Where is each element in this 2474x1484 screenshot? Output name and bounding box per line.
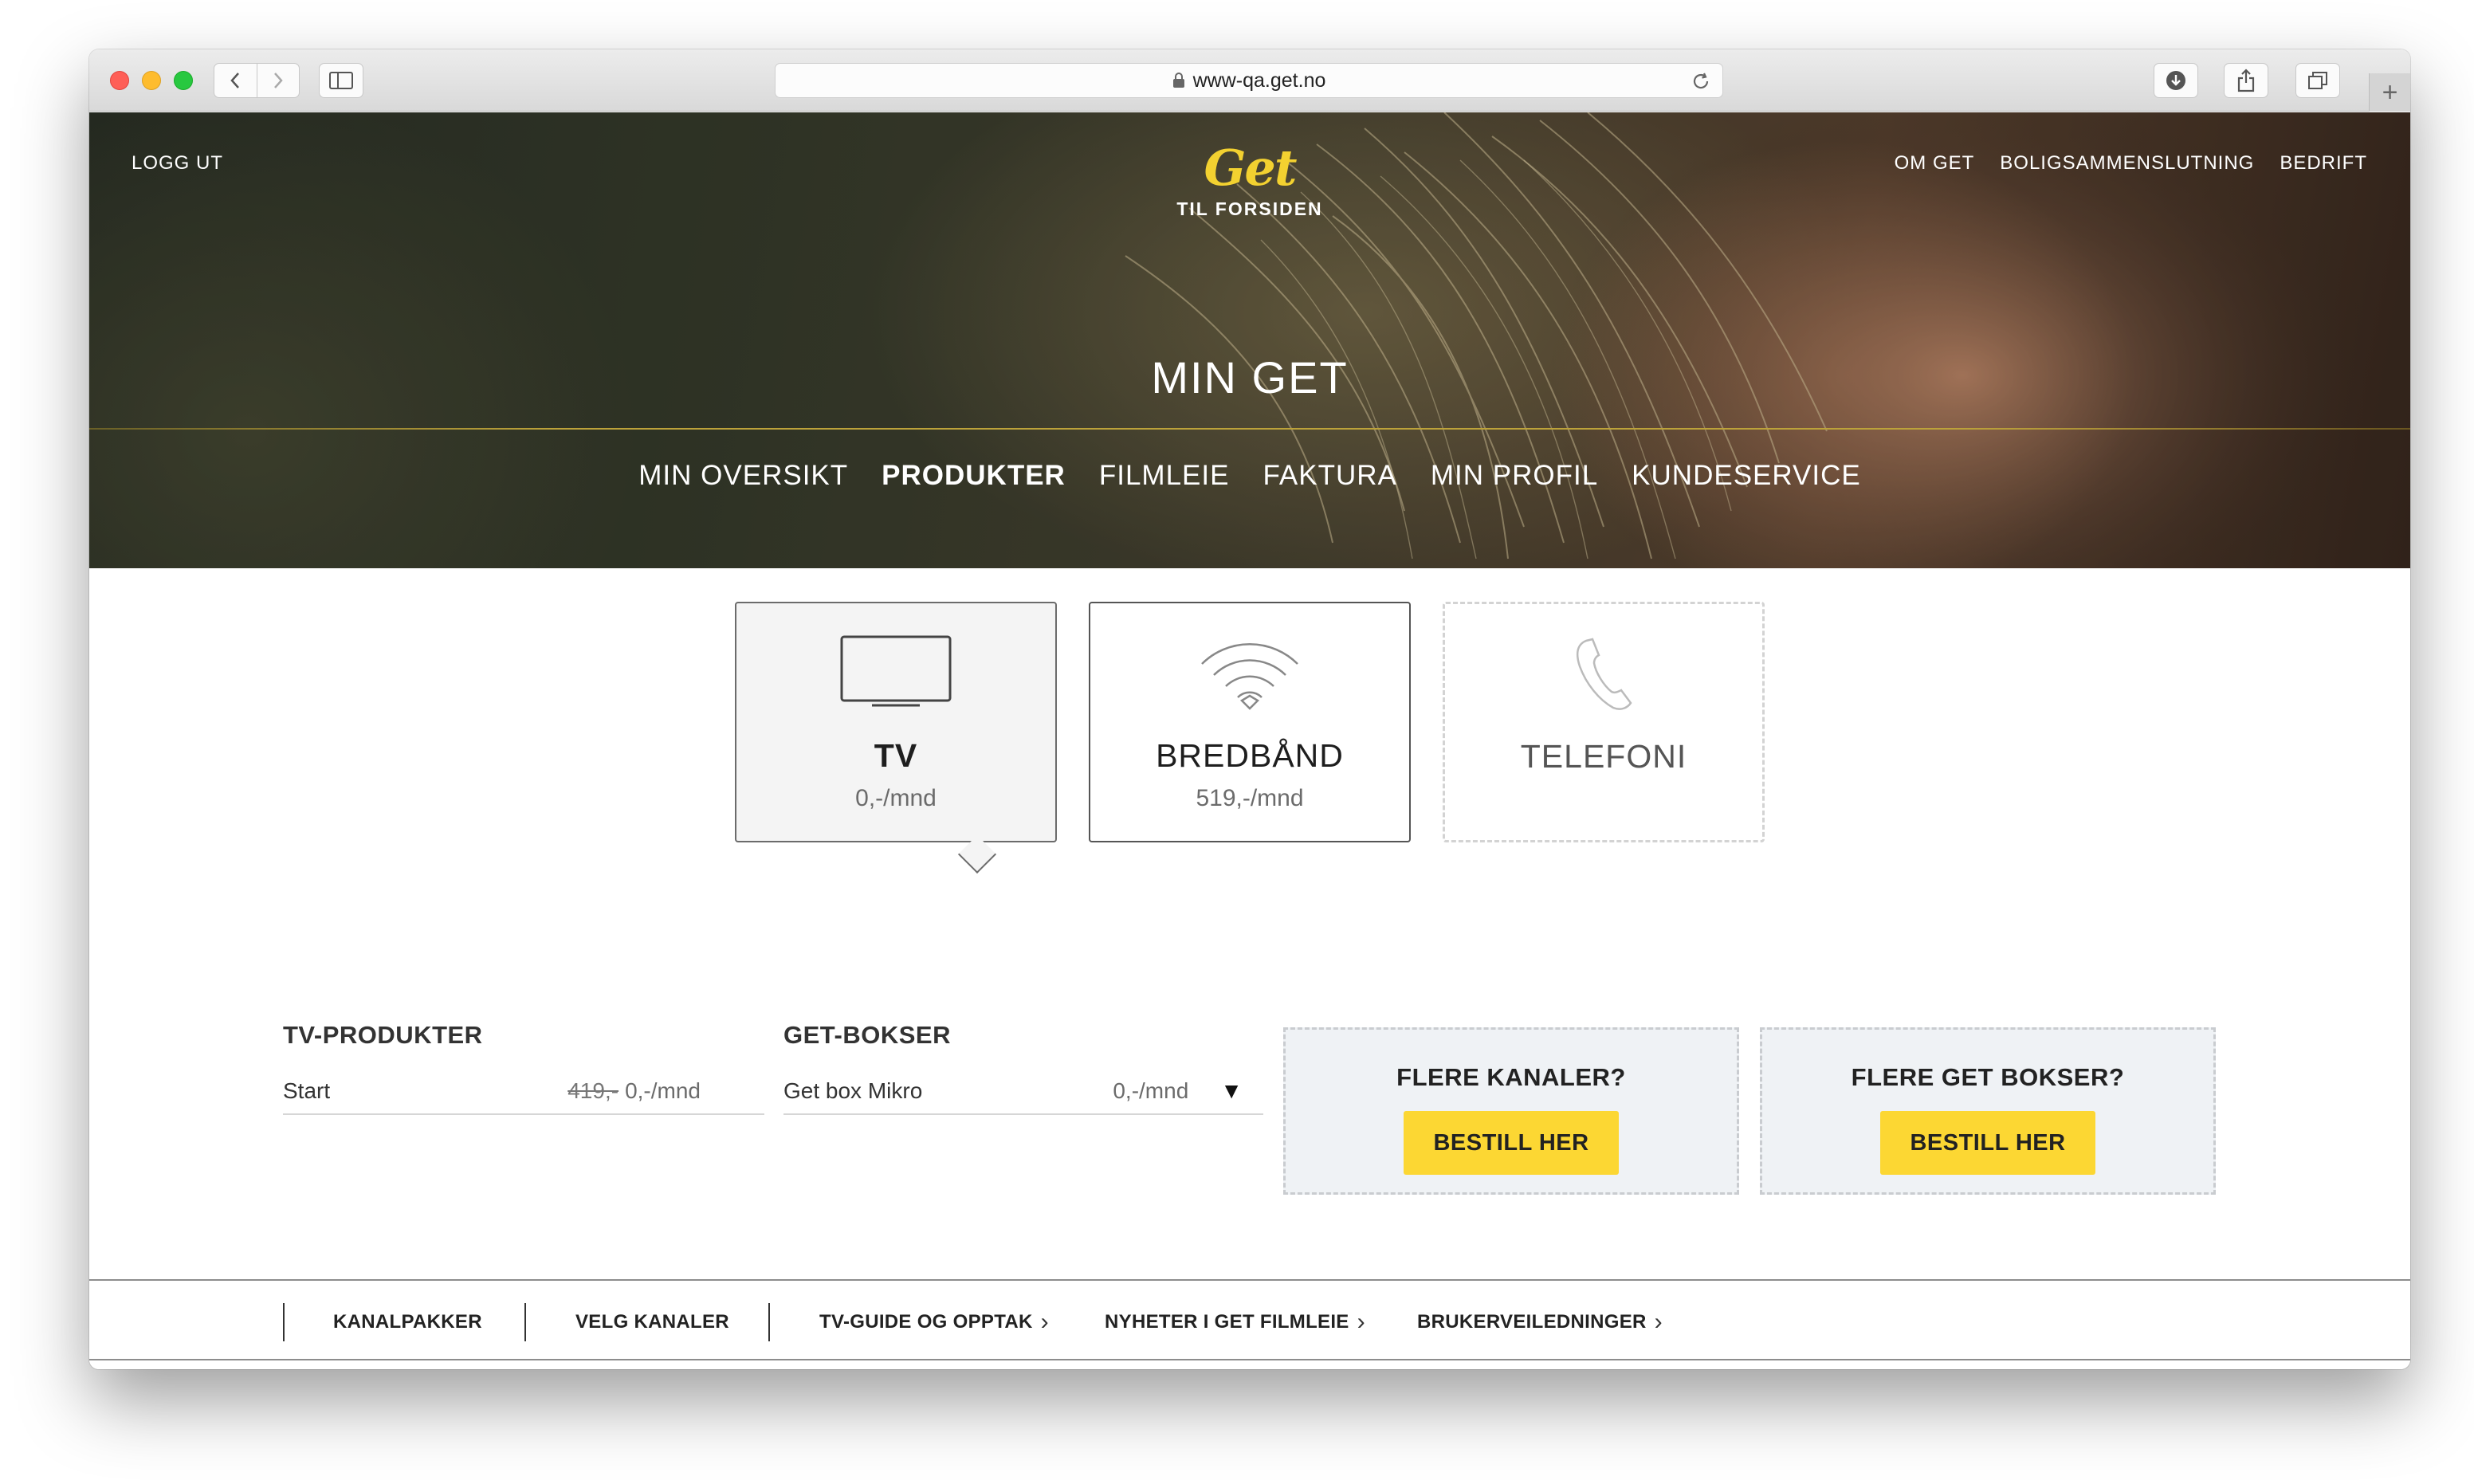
product-price: 0,-/mnd bbox=[855, 785, 937, 811]
browser-toolbar: www-qa.get.no + bbox=[89, 49, 2410, 112]
tv-product-old-price: 419,- bbox=[567, 1078, 619, 1103]
tv-product-row[interactable]: Start 419,- 0,-/mnd bbox=[283, 1069, 764, 1115]
lock-icon bbox=[1172, 73, 1184, 88]
page: LOGG UT OM GET BOLIGSAMMENSLUTNING BEDRI… bbox=[89, 112, 2410, 1369]
sidebar-toggle-button[interactable] bbox=[319, 63, 363, 98]
get-box-price: 0,-/mnd bbox=[1113, 1078, 1189, 1103]
share-icon bbox=[2237, 69, 2255, 92]
subnav-brukerveiledninger[interactable]: BRUKERVEILEDNINGER › bbox=[1417, 1303, 1663, 1341]
promo-title: FLERE KANALER? bbox=[1396, 1063, 1626, 1091]
product-label: TELEFONI bbox=[1520, 738, 1687, 775]
get-boxes-heading: GET-BOKSER bbox=[783, 1021, 951, 1049]
top-link-om-get[interactable]: OM GET bbox=[1895, 152, 1975, 175]
product-price: 519,-/mnd bbox=[1196, 785, 1304, 811]
order-channels-button[interactable]: BESTILL HER bbox=[1404, 1111, 1619, 1175]
chevron-left-icon bbox=[230, 73, 240, 88]
subnav-kanalpakker[interactable]: KANALPAKKER bbox=[333, 1303, 482, 1341]
product-card-bredband[interactable]: BREDBÅND 519,-/mnd bbox=[1089, 602, 1411, 842]
zoom-window-button[interactable] bbox=[174, 71, 193, 90]
back-button[interactable] bbox=[214, 64, 257, 97]
title-divider bbox=[89, 428, 2410, 430]
nav-kundeservice[interactable]: KUNDESERVICE bbox=[1632, 460, 1861, 492]
dropdown-caret-icon[interactable]: ▼ bbox=[1220, 1078, 1243, 1104]
new-tab-button[interactable]: + bbox=[2369, 73, 2410, 112]
forward-button[interactable] bbox=[256, 64, 299, 97]
downloads-button[interactable] bbox=[2154, 63, 2198, 98]
history-nav-group bbox=[214, 63, 300, 98]
reload-icon[interactable] bbox=[1691, 71, 1711, 92]
nav-filmleie[interactable]: FILMLEIE bbox=[1099, 460, 1230, 492]
tv-product-name: Start bbox=[283, 1078, 331, 1103]
subnav-divider bbox=[768, 1303, 770, 1341]
subnav-divider bbox=[283, 1303, 285, 1341]
top-link-boligsammenslutning[interactable]: BOLIGSAMMENSLUTNING bbox=[2000, 152, 2254, 175]
tv-icon bbox=[840, 635, 952, 707]
close-window-button[interactable] bbox=[110, 71, 129, 90]
chevron-right-icon: › bbox=[1040, 1309, 1049, 1335]
sidebar-icon bbox=[329, 72, 353, 89]
tabs-icon bbox=[2308, 72, 2327, 89]
home-link[interactable]: Get TIL FORSIDEN bbox=[1170, 139, 1329, 220]
subnav-divider bbox=[524, 1303, 526, 1341]
wifi-icon bbox=[1201, 642, 1298, 710]
phone-icon bbox=[1577, 638, 1632, 710]
nav-min-oversikt[interactable]: MIN OVERSIKT bbox=[638, 460, 848, 492]
subnav-nyheter-filmleie[interactable]: NYHETER I GET FILMLEIE › bbox=[1105, 1303, 1365, 1341]
share-button[interactable] bbox=[2224, 63, 2268, 98]
product-card-tv[interactable]: TV 0,-/mnd bbox=[735, 602, 1057, 842]
get-box-select[interactable]: Get box Mikro 0,-/mnd ▼ bbox=[783, 1069, 1263, 1115]
subnav-label: KANALPAKKER bbox=[333, 1311, 482, 1333]
tab-overview-button[interactable] bbox=[2295, 63, 2340, 98]
tv-subnav: KANALPAKKER VELG KANALER TV-GUIDE OG OPP… bbox=[89, 1279, 2410, 1360]
logout-link[interactable]: LOGG UT bbox=[132, 152, 223, 175]
nav-min-profil[interactable]: MIN PROFIL bbox=[1431, 460, 1598, 492]
top-links: OM GET BOLIGSAMMENSLUTNING BEDRIFT bbox=[1895, 152, 2367, 175]
page-title: MIN GET bbox=[1151, 352, 1349, 402]
product-card-telefoni[interactable]: TELEFONI bbox=[1443, 602, 1765, 842]
chevron-right-icon: › bbox=[1357, 1309, 1365, 1335]
order-boxes-button[interactable]: BESTILL HER bbox=[1880, 1111, 2095, 1175]
top-link-bedrift[interactable]: BEDRIFT bbox=[2280, 152, 2367, 175]
plus-icon: + bbox=[2382, 77, 2398, 108]
subnav-label: NYHETER I GET FILMLEIE bbox=[1105, 1311, 1349, 1333]
product-label: BREDBÅND bbox=[1156, 737, 1344, 774]
subnav-velg-kanaler[interactable]: VELG KANALER bbox=[575, 1303, 729, 1341]
address-bar[interactable]: www-qa.get.no bbox=[775, 63, 1723, 98]
hero-banner: LOGG UT OM GET BOLIGSAMMENSLUTNING BEDRI… bbox=[89, 112, 2410, 568]
promo-more-channels: FLERE KANALER? BESTILL HER bbox=[1283, 1027, 1739, 1195]
nav-produkter[interactable]: PRODUKTER bbox=[882, 460, 1066, 492]
product-label: TV bbox=[874, 737, 918, 774]
download-icon bbox=[2166, 71, 2185, 90]
url-text: www-qa.get.no bbox=[1192, 69, 1326, 92]
chevron-right-icon bbox=[274, 73, 283, 88]
browser-window: www-qa.get.no + LOGG UT OM GET BOLIGSAMM… bbox=[89, 49, 2410, 1369]
minimize-window-button[interactable] bbox=[142, 71, 161, 90]
subnav-tv-guide[interactable]: TV-GUIDE OG OPPTAK › bbox=[819, 1303, 1049, 1341]
subnav-label: BRUKERVEILEDNINGER bbox=[1417, 1311, 1647, 1333]
get-box-name: Get box Mikro bbox=[783, 1078, 923, 1103]
tv-products-heading: TV-PRODUKTER bbox=[283, 1021, 483, 1049]
subnav-label: VELG KANALER bbox=[575, 1311, 729, 1333]
tv-product-price: 0,-/mnd bbox=[625, 1078, 701, 1103]
promo-title: FLERE GET BOKSER? bbox=[1851, 1063, 2125, 1091]
logo-subtitle: TIL FORSIDEN bbox=[1176, 198, 1323, 219]
nav-faktura[interactable]: FAKTURA bbox=[1263, 460, 1396, 492]
get-logo: Get bbox=[1204, 139, 1297, 197]
main-nav: MIN OVERSIKT PRODUKTER FILMLEIE FAKTURA … bbox=[89, 460, 2410, 492]
chevron-right-icon: › bbox=[1654, 1309, 1663, 1335]
subnav-label: TV-GUIDE OG OPPTAK bbox=[819, 1311, 1033, 1333]
promo-more-boxes: FLERE GET BOKSER? BESTILL HER bbox=[1760, 1027, 2216, 1195]
